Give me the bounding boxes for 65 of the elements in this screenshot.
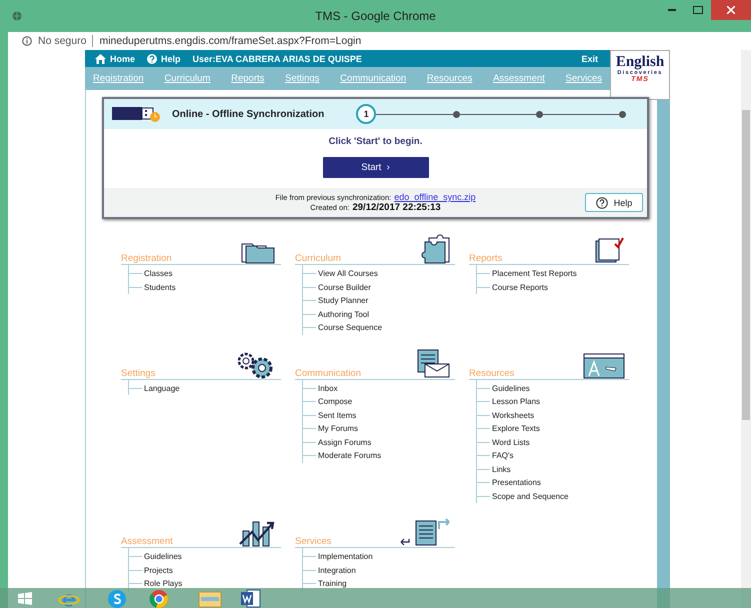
home-link[interactable]: Home [95, 54, 136, 64]
created-date: 29/12/2017 22:25:13 [352, 202, 441, 213]
home-icon [95, 54, 106, 64]
instruction-text: Click 'Start' to begin. [328, 136, 424, 147]
panel-title: Online - Offline Synchronization [172, 108, 324, 120]
menu-link[interactable]: Guidelines [144, 552, 182, 562]
round-browser-icon[interactable] [148, 589, 170, 608]
menu-link[interactable]: Links [492, 464, 511, 474]
menu-link[interactable]: View All Courses [318, 269, 378, 278]
scrollbar-thumb[interactable] [742, 110, 750, 420]
menu-link[interactable]: Classes [144, 269, 172, 278]
menu-link[interactable]: My Forums [318, 424, 358, 434]
exit-link[interactable]: Exit [581, 54, 598, 64]
usb-drive-icon [112, 106, 162, 122]
w-document-icon[interactable] [240, 589, 262, 608]
globe-icon [12, 11, 22, 21]
bar-chart-icon [239, 519, 277, 547]
menu-link[interactable]: Sent Items [318, 410, 356, 420]
menu-link[interactable]: Role Plays [144, 579, 182, 588]
menu-link[interactable]: Projects [144, 566, 173, 575]
s-circle-icon[interactable] [106, 589, 128, 608]
menu-link[interactable]: Study Planner [318, 296, 368, 306]
menu-link[interactable]: Guidelines [492, 384, 530, 393]
menu-link[interactable]: Scope and Sequence [492, 492, 569, 501]
menu-link[interactable]: Compose [318, 397, 352, 406]
menu-link[interactable]: Worksheets [492, 410, 534, 420]
menu-link[interactable]: Implementation [318, 552, 373, 562]
document-check-icon [595, 236, 625, 264]
menu-link[interactable]: Presentations [492, 478, 541, 488]
close-button[interactable] [711, 0, 751, 20]
menu-link[interactable]: Assign Forums [318, 438, 372, 447]
help-button[interactable]: Help [585, 193, 643, 212]
menu-link[interactable]: Inbox [318, 384, 338, 393]
document-arrows-icon [399, 517, 451, 547]
menu-link[interactable]: Students [144, 282, 176, 292]
info-icon[interactable] [22, 36, 32, 46]
menu-link[interactable]: Lesson Plans [492, 397, 540, 406]
menu-link[interactable]: Course Builder [318, 282, 371, 292]
menu-link[interactable]: Training [318, 579, 347, 588]
start-button[interactable]: Start › [322, 157, 428, 178]
file-link[interactable]: edo_offline_sync.zip [394, 192, 476, 202]
menu-link[interactable]: Course Reports [492, 282, 548, 292]
menu-link[interactable]: Moderate Forums [318, 451, 382, 460]
menu-link[interactable]: Authoring Tool [318, 310, 369, 319]
document-envelope-icon [417, 348, 451, 378]
maximize-icon [693, 6, 703, 14]
minimize-icon [668, 9, 676, 11]
help-link[interactable]: Help [147, 54, 181, 64]
menu-link[interactable]: Explore Texts [492, 424, 540, 434]
board-icon [583, 352, 625, 378]
close-icon [727, 6, 735, 14]
menu-link[interactable]: Language [144, 384, 180, 393]
menu-link[interactable]: Integration [318, 566, 356, 575]
window-title: TMS - Google Chrome [314, 9, 437, 23]
help-icon [596, 196, 608, 208]
security-label[interactable]: No seguro [38, 35, 86, 47]
current-step: 1 [356, 104, 376, 124]
windows-start-icon[interactable] [18, 592, 32, 605]
help-icon [147, 54, 158, 64]
menu-link[interactable]: Placement Test Reports [492, 269, 577, 278]
menu-link[interactable]: FAQ's [492, 451, 514, 460]
user-name: User:EVA CABRERA ARIAS DE QUISPE [192, 54, 362, 64]
menu-link[interactable]: Course Sequence [318, 323, 382, 332]
menu-link[interactable]: Word Lists [492, 438, 530, 447]
url-text[interactable]: mineduperutms.engdis.com/frameSet.aspx?From=Login [99, 35, 362, 47]
